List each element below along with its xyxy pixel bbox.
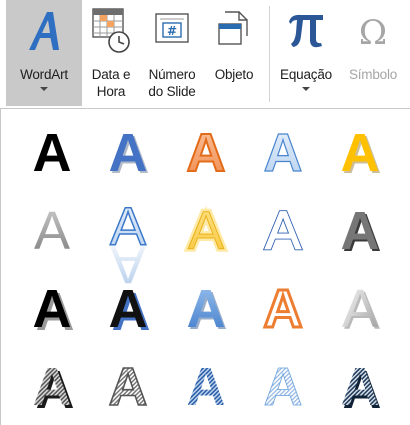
ribbon-insert-text-group: WordArt Data e Hora # Número do Slide Ob… [0,0,410,108]
svg-text:A: A [109,123,148,183]
wordart-label: WordArt [20,67,68,82]
symbol-button[interactable]: Ω Símbolo [341,0,405,106]
wordart-style-blue-bevel[interactable]: A A [187,279,228,341]
svg-text:A: A [342,279,378,339]
object-button[interactable]: Objeto [206,0,262,106]
wordart-style-blue-fill-shadow[interactable]: A A [109,123,150,185]
wordart-style-blue-outline-light[interactable]: A [263,122,303,183]
wordart-style-orange-gradient-outline[interactable]: A [186,122,227,184]
wordart-style-navy-stripe-pattern[interactable]: A A [341,357,382,420]
svg-text:A: A [188,201,224,261]
svg-text:A: A [109,279,148,339]
wordart-button[interactable]: WordArt [6,0,82,106]
wordart-style-dark-gray-pattern[interactable]: A A [33,357,75,420]
wordart-style-gray-gradient[interactable]: A [34,201,70,261]
date-time-button[interactable]: Data e Hora [83,0,139,106]
wordart-style-gold-fill-shadow[interactable]: A A [341,123,382,185]
date-time-label: Data e Hora [91,67,131,99]
svg-text:A: A [264,123,303,183]
svg-text:A: A [265,201,301,261]
svg-text:#: # [167,24,177,38]
wordart-style-silver-bevel[interactable]: A A [342,279,380,341]
slide-number-button[interactable]: # Número do Slide [139,0,205,106]
pi-icon [272,6,340,58]
omega-icon: Ω [341,6,405,58]
wordart-style-blue-stripe-pattern[interactable]: A [187,357,226,417]
svg-text:A: A [33,123,72,183]
svg-text:A: A [187,123,226,183]
wordart-style-gold-glow[interactable]: A A [185,198,227,264]
equation-button[interactable]: Equação [272,0,340,106]
svg-text:A: A [187,279,226,339]
chevron-down-icon [272,86,340,96]
object-icon [206,6,262,58]
wordart-style-dark-gray-3d[interactable]: A A [341,201,382,263]
svg-text:A: A [264,357,303,417]
wordart-style-light-blue-stripe-pattern[interactable]: A [263,357,303,418]
svg-text:A: A [34,201,70,261]
object-label: Objeto [214,67,254,82]
svg-text:A: A [187,357,226,417]
svg-text:A: A [33,279,72,339]
symbol-label: Símbolo [348,67,398,82]
calendar-clock-icon [83,6,139,58]
slide-number-icon: # [139,6,205,58]
wordart-style-black-fill[interactable]: A [33,123,72,183]
wordart-style-orange-outline[interactable]: A [262,278,304,341]
svg-text:A: A [264,279,303,339]
wordart-style-gray-stripe-pattern[interactable]: A [108,356,149,418]
svg-text:A: A [341,123,380,183]
wordart-style-gallery: A A A A A A A A A A A A A A A A A A A A … [0,108,410,425]
svg-text:A: A [341,357,380,417]
wordart-style-black-heavy-shadow[interactable]: A A [33,279,75,342]
ribbon-separator [269,6,270,102]
equation-label: Equação [280,67,332,82]
wordart-a-icon [6,6,82,58]
svg-text:A: A [33,357,72,417]
svg-text:A: A [341,201,380,261]
svg-text:Ω: Ω [359,13,387,53]
wordart-style-blue-double-outline[interactable]: A A [263,200,302,263]
chevron-down-icon [6,86,82,96]
slide-number-label: Número do Slide [148,67,196,99]
wordart-style-black-blue-shadow[interactable]: A A [109,279,151,342]
svg-text:A: A [109,357,148,417]
